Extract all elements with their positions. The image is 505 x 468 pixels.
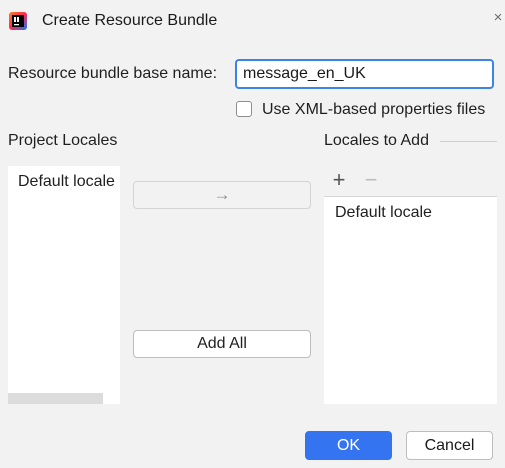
base-name-input[interactable] — [235, 59, 494, 89]
close-icon[interactable]: × — [492, 10, 504, 25]
locales-to-add-separator — [440, 141, 497, 142]
add-all-button[interactable]: Add All — [133, 330, 311, 358]
project-locales-list[interactable]: Default locale — [8, 166, 120, 404]
xml-properties-checkbox[interactable] — [236, 101, 252, 117]
base-name-label: Resource bundle base name: — [8, 65, 218, 82]
xml-properties-checkbox-label[interactable]: Use XML-based properties files — [262, 100, 485, 120]
remove-icon: − — [364, 167, 378, 192]
arrow-right-icon: → — [213, 185, 231, 204]
ok-button[interactable]: OK — [305, 431, 392, 460]
dialog-title: Create Resource Bundle — [42, 12, 218, 29]
move-right-button[interactable]: → — [133, 181, 311, 209]
locales-to-add-list[interactable]: Default locale — [324, 196, 497, 404]
locales-to-add-header: Locales to Add — [324, 132, 429, 149]
project-locale-item[interactable]: Default locale — [18, 172, 115, 192]
add-icon[interactable]: + — [329, 169, 349, 191]
intellij-idea-icon — [9, 12, 27, 30]
cancel-button[interactable]: Cancel — [406, 431, 493, 460]
project-locales-scrollbar[interactable] — [8, 393, 103, 404]
project-locales-header: Project Locales — [8, 132, 118, 149]
locale-to-add-item[interactable]: Default locale — [335, 203, 432, 223]
